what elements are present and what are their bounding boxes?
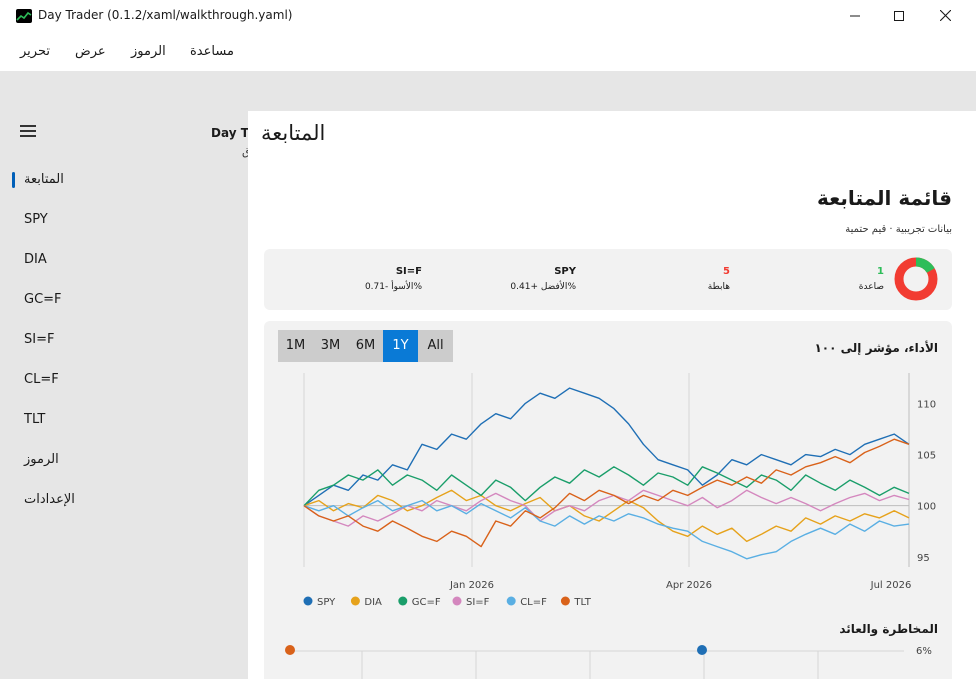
title-bar: Day Trader (0.1.2/xaml/walkthrough.yaml) <box>0 0 976 31</box>
x-tick-label: Apr 2026 <box>666 580 712 591</box>
sidebar-item-label: CL=F <box>24 372 59 387</box>
sidebar-item-label: TLT <box>24 412 46 427</box>
performance-line-chart: 95 100 105 110 Jan 2026 Apr 2026 Jul 2026 SPY DI… <box>303 373 936 608</box>
performance-card: 1M 3M 6M 1Y All الأداء، مؤشر إلى ١٠٠ 95 1… <box>264 321 952 679</box>
y-tick-label: 95 <box>917 553 930 564</box>
main-content: المتابعة قائمة المتابعة بيانات تجريبية ·… <box>248 111 976 679</box>
series-line-gcf <box>303 466 910 507</box>
sidebar-item-dia[interactable]: DIA <box>12 242 240 278</box>
sidebar-item-gcf[interactable]: GC=F <box>12 282 240 318</box>
sidebar-item-settings[interactable]: الإعدادات <box>12 482 240 518</box>
summary-card: 1 صاعدة 5 هابطة SPY الأفضل +0.41% SI=F ا… <box>264 249 952 310</box>
hamburger-menu-icon[interactable] <box>20 125 36 137</box>
menu-help[interactable]: مساعدة <box>190 44 234 59</box>
section-subtitle: بيانات تجريبية · قيم حتمية <box>845 224 952 235</box>
worst-symbol: SI=F <box>395 266 422 277</box>
best-label: الأفضل +0.41% <box>510 282 576 292</box>
y-tick-label: 100 <box>917 502 936 513</box>
legend-label: CL=F <box>520 597 547 608</box>
legend-marker <box>398 596 408 606</box>
menu-symbols[interactable]: الرموز <box>131 44 166 59</box>
legend-label: DIA <box>364 597 382 608</box>
risk-return-chart: 6% <box>285 645 932 679</box>
sidebar-item-clf[interactable]: CL=F <box>12 362 240 398</box>
window-title: Day Trader (0.1.2/xaml/walkthrough.yaml) <box>38 8 293 22</box>
app-logo-icon <box>16 9 32 23</box>
y-tick-label: 110 <box>917 399 936 410</box>
legend-label: SPY <box>317 597 336 608</box>
y-tick-label: 105 <box>917 451 936 462</box>
menu-edit[interactable]: تحرير <box>20 44 50 59</box>
app-window: Day Trader (0.1.2/xaml/walkthrough.yaml)… <box>0 0 976 679</box>
close-icon <box>939 10 951 21</box>
maximize-button[interactable] <box>876 0 922 31</box>
legend-marker <box>452 596 462 606</box>
series-line-sif <box>303 489 910 527</box>
sidebar-item-watchlist[interactable]: المتابعة <box>12 162 240 198</box>
sidebar-item-symbols[interactable]: الرموز <box>12 442 240 478</box>
section-title: قائمة المتابعة <box>817 186 952 210</box>
risk-return-title: المخاطرة والعائد <box>839 622 938 636</box>
risk-y-tick-label: 6% <box>916 646 932 657</box>
sidebar-item-tlt[interactable]: TLT <box>12 402 240 438</box>
x-tick-label: Jul 2026 <box>870 580 912 591</box>
sidebar-item-label: DIA <box>24 252 47 267</box>
legend-label: GC=F <box>412 597 441 608</box>
series-line-spy <box>303 387 910 507</box>
page-title: المتابعة <box>261 121 326 145</box>
close-button[interactable] <box>922 0 968 31</box>
sidebar: Day Tr ق المتابعة SPY DIA GC=F SI=F CL=F… <box>8 111 253 679</box>
minimize-icon <box>850 15 860 16</box>
menu-bar: تحرير عرض الرموز مساعدة <box>0 31 976 71</box>
maximize-icon <box>894 10 904 21</box>
sidebar-item-label: الإعدادات <box>24 492 75 507</box>
up-label: صاعدة <box>858 282 884 292</box>
series-line-tlt <box>303 438 910 548</box>
up-count: 1 <box>877 266 884 277</box>
legend-marker <box>560 596 570 606</box>
worst-label: الأسوأ -0.71% <box>364 282 422 292</box>
sidebar-item-label: SPY <box>24 212 48 227</box>
sidebar-item-label: SI=F <box>24 332 55 347</box>
sidebar-item-label: المتابعة <box>24 172 64 187</box>
best-symbol: SPY <box>554 266 576 277</box>
legend-label: TLT <box>573 597 591 608</box>
risk-point-spy <box>697 645 707 655</box>
sidebar-item-sif[interactable]: SI=F <box>12 322 240 358</box>
legend-marker <box>350 596 360 606</box>
sidebar-item-label: GC=F <box>24 292 62 307</box>
minimize-button[interactable] <box>832 0 878 31</box>
gainers-donut-chart <box>894 257 938 301</box>
menu-view[interactable]: عرض <box>75 44 106 59</box>
down-label: هابطة <box>707 282 730 292</box>
down-count: 5 <box>723 266 730 277</box>
sidebar-item-label: الرموز <box>24 452 59 467</box>
legend-label: SI=F <box>466 597 490 608</box>
x-tick-label: Jan 2026 <box>449 580 494 591</box>
legend-marker <box>303 596 313 606</box>
sidebar-item-spy[interactable]: SPY <box>12 202 240 238</box>
legend-marker <box>506 596 516 606</box>
risk-point-tlt <box>285 645 295 655</box>
